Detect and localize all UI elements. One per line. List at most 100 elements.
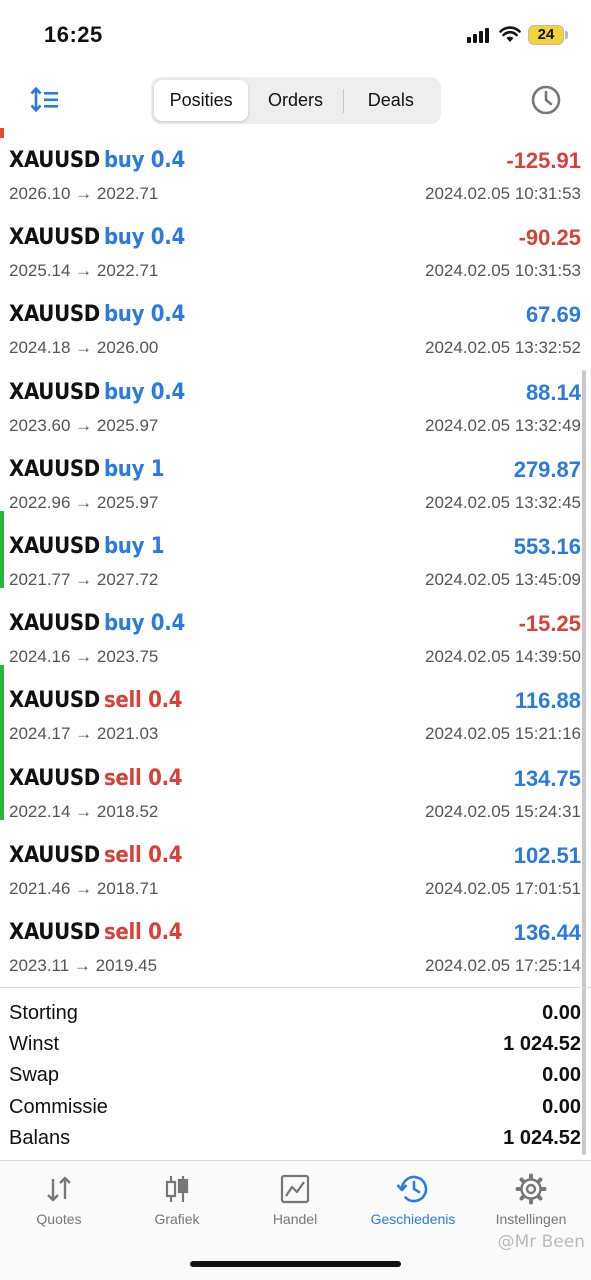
deal-time: 2024.02.05 13:45:09: [425, 569, 581, 589]
symbol-text: XAUUSD: [9, 765, 100, 791]
status-time: 16:25: [44, 22, 103, 47]
segmented-control: Posities Orders Deals: [151, 77, 441, 124]
list-item[interactable]: XAUUSD buy 1 2021.77 → 2027.72 553.16 202…: [0, 510, 591, 589]
deal-symbol: XAUUSD sell 0.4: [9, 765, 183, 791]
home-indicator: [190, 1261, 401, 1267]
clock-icon[interactable]: [530, 84, 562, 116]
summary-row-winst: Winst 1 024.52: [0, 1031, 591, 1062]
status-bar: 16:25 24: [0, 0, 591, 70]
deal-profit: 116.88: [514, 688, 581, 714]
tab-quotes[interactable]: Quotes: [0, 1173, 118, 1233]
deal-direction: sell 0.4: [103, 842, 183, 868]
deal-direction: buy 1: [103, 456, 165, 482]
deal-direction: buy 1: [103, 533, 165, 559]
symbol-text: XAUUSD: [9, 919, 100, 945]
row-accent-green: [0, 742, 4, 820]
summary-section: Storting 0.00 Winst 1 024.52 Swap 0.00 C…: [0, 987, 591, 1156]
history-icon: [396, 1175, 428, 1203]
deal-direction: buy 0.4: [103, 611, 185, 637]
list-item[interactable]: XAUUSD sell 0.4 2023.11 → 2019.45 136.44 …: [0, 897, 591, 975]
deal-prices: 2021.46 → 2018.71: [9, 878, 159, 898]
deal-profit: 67.69: [525, 302, 581, 328]
row-accent-green: [0, 510, 4, 589]
deal-time: 2024.02.05 17:01:51: [425, 878, 581, 898]
deal-time: 2024.02.05 14:39:50: [425, 647, 581, 667]
deals-list: XAUUSD buy 0.4 2026.10 → 2022.71 -125.91 …: [0, 125, 591, 975]
summary-row-balans: Balans 1 024.52: [0, 1125, 591, 1156]
deal-profit: 553.16: [513, 533, 581, 559]
deal-time: 2024.02.05 10:31:53: [425, 184, 581, 203]
deal-symbol: XAUUSD sell 0.4: [9, 842, 183, 868]
deal-profit: 136.44: [513, 919, 581, 945]
deal-time: 2024.02.05 15:24:31: [425, 801, 581, 821]
deal-symbol: XAUUSD buy 0.4: [9, 611, 185, 636]
trade-icon: [280, 1174, 310, 1204]
deal-time: 2024.02.05 10:31:53: [425, 261, 581, 281]
summary-value: 1 024.52: [503, 1033, 581, 1056]
deal-time: 2024.02.05 13:32:45: [425, 492, 581, 512]
watermark: @Mr Been: [497, 1232, 585, 1252]
tab-geschiedenis[interactable]: Geschiedenis: [354, 1173, 472, 1233]
list-item[interactable]: XAUUSD buy 0.4 2023.60 → 2025.97 88.14 20…: [0, 357, 591, 435]
tab-posities[interactable]: Posities: [154, 80, 249, 121]
tab-deals[interactable]: Deals: [344, 80, 438, 121]
summary-row-commissie: Commissie 0.00: [0, 1094, 591, 1125]
symbol-text: XAUUSD: [9, 533, 100, 559]
symbol-text: XAUUSD: [9, 302, 100, 328]
deal-profit: -125.91: [506, 148, 581, 173]
deal-direction: buy 0.4: [103, 302, 185, 328]
deal-prices: 2022.14 → 2018.52: [9, 801, 159, 821]
list-item[interactable]: XAUUSD buy 0.4 2025.14 → 2022.71 -90.25 2…: [0, 202, 591, 281]
list-item[interactable]: XAUUSD sell 0.4 2024.17 → 2021.03 116.88 …: [0, 665, 591, 744]
deal-direction: buy 0.4: [103, 225, 185, 251]
deal-prices: 2025.14 → 2022.71: [9, 261, 159, 281]
deal-profit: 134.75: [513, 765, 581, 791]
battery-nub: [565, 31, 568, 39]
deal-time: 2024.02.05 17:25:14: [425, 955, 581, 975]
deal-symbol: XAUUSD buy 0.4: [9, 148, 185, 173]
tab-label: Geschiedenis: [370, 1211, 456, 1227]
list-item[interactable]: XAUUSD sell 0.4 2021.46 → 2018.71 102.51 …: [0, 820, 591, 898]
deal-profit: 88.14: [525, 379, 581, 405]
summary-row-swap: Swap 0.00: [0, 1062, 591, 1093]
quotes-icon: [47, 1176, 71, 1202]
tab-instellingen[interactable]: Instellingen: [472, 1173, 590, 1233]
row-accent-green: [0, 665, 4, 743]
deal-direction: sell 0.4: [103, 919, 183, 945]
gear-icon: [515, 1173, 547, 1205]
tab-label: Quotes: [36, 1211, 82, 1227]
summary-label: Swap: [9, 1064, 60, 1087]
summary-label: Storting: [9, 1002, 78, 1024]
deal-profit: -15.25: [518, 611, 581, 637]
list-item[interactable]: XAUUSD sell 0.4 2022.14 → 2018.52 134.75 …: [0, 742, 591, 821]
sort-icon[interactable]: [30, 86, 60, 114]
deal-symbol: XAUUSD buy 0.4: [9, 225, 185, 250]
wifi-icon: [499, 26, 521, 42]
list-item[interactable]: XAUUSD buy 0.4 2026.10 → 2022.71 -125.91 …: [0, 125, 591, 203]
symbol-text: XAUUSD: [9, 611, 100, 637]
deal-prices: 2024.16 → 2023.75: [9, 647, 159, 667]
deal-symbol: XAUUSD sell 0.4: [9, 919, 183, 945]
deal-symbol: XAUUSD buy 0.4: [9, 302, 185, 327]
symbol-text: XAUUSD: [9, 379, 100, 405]
deal-direction: buy 0.4: [103, 148, 185, 173]
tab-handel[interactable]: Handel: [236, 1173, 354, 1233]
toolbar: Posities Orders Deals: [0, 70, 591, 130]
summary-value: 0.00: [542, 1095, 581, 1118]
deal-time: 2024.02.05 15:21:16: [425, 724, 581, 744]
deal-prices: 2026.10 → 2022.71: [9, 184, 159, 203]
summary-value: 1 024.52: [503, 1126, 581, 1149]
list-item[interactable]: XAUUSD buy 0.4 2024.16 → 2023.75 -15.25 2…: [0, 588, 591, 667]
tab-grafiek[interactable]: Grafiek: [118, 1173, 236, 1233]
tab-orders[interactable]: Orders: [248, 80, 342, 121]
deal-symbol: XAUUSD sell 0.4: [9, 688, 183, 713]
deal-time: 2024.02.05 13:32:49: [425, 415, 581, 435]
list-item[interactable]: XAUUSD buy 0.4 2024.18 → 2026.00 67.69 20…: [0, 279, 591, 358]
summary-label: Winst: [9, 1033, 59, 1056]
deal-prices: 2023.11 → 2019.45: [9, 955, 158, 975]
summary-row-storting: Storting 0.00: [0, 1000, 591, 1031]
tab-label: Instellingen: [495, 1211, 567, 1227]
list-item[interactable]: XAUUSD buy 1 2022.96 → 2025.97 279.87 202…: [0, 434, 591, 512]
tab-label: Grafiek: [154, 1211, 200, 1227]
deal-time: 2024.02.05 13:32:52: [425, 338, 581, 358]
